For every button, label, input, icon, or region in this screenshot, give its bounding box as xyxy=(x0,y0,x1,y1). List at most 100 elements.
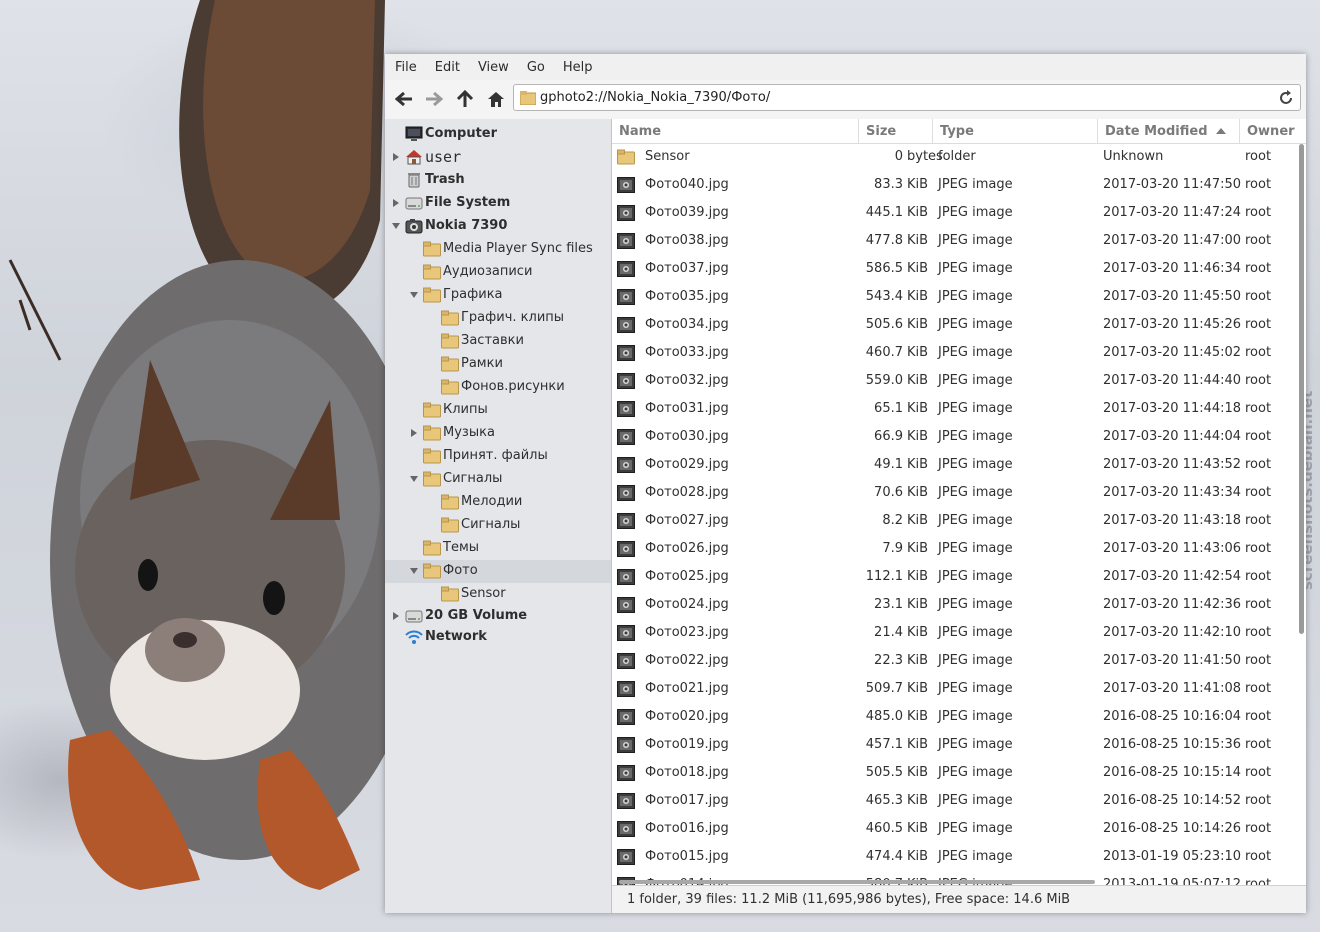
file-row[interactable]: Фото022.jpg 22.3 KiB JPEG image 2017-03-20 1… xyxy=(612,647,1298,675)
file-name: Фото037.jpg xyxy=(645,261,729,276)
back-button[interactable] xyxy=(393,88,415,110)
column-owner[interactable]: Owner xyxy=(1240,119,1306,143)
column-date[interactable]: Date Modified xyxy=(1098,119,1240,143)
file-name: Фото017.jpg xyxy=(645,793,729,808)
file-row[interactable]: Фото016.jpg 460.5 KiB JPEG image 2016-08-25 … xyxy=(612,815,1298,843)
sidebar-item-nokia-7390[interactable]: Nokia 7390 xyxy=(385,215,611,238)
file-row[interactable]: Фото019.jpg 457.1 KiB JPEG image 2016-08-25 … xyxy=(612,731,1298,759)
sidebar-item-label: Network xyxy=(425,629,487,644)
sidebar-item-темы[interactable]: Темы xyxy=(385,537,611,560)
file-owner: root xyxy=(1245,681,1272,696)
expander-expanded-icon[interactable] xyxy=(409,290,419,300)
sidebar-item-рамки[interactable]: Рамки xyxy=(385,353,611,376)
reload-icon[interactable] xyxy=(1278,90,1294,106)
folder-icon xyxy=(441,586,459,602)
file-row[interactable]: Фото030.jpg 66.9 KiB JPEG image 2017-03-20 1… xyxy=(612,423,1298,451)
sidebar-item-клипы[interactable]: Клипы xyxy=(385,399,611,422)
sidebar-item-sensor[interactable]: Sensor xyxy=(385,583,611,606)
menu-help[interactable]: Help xyxy=(563,60,593,75)
file-size: 505.5 xyxy=(865,765,903,780)
file-row[interactable]: Фото039.jpg 445.1 KiB JPEG image 2017-03-20 … xyxy=(612,199,1298,227)
column-name[interactable]: Name xyxy=(612,119,859,143)
file-date: 2017-03-20 11:43:06 xyxy=(1103,541,1242,556)
file-type: JPEG image xyxy=(938,681,1013,696)
image-icon xyxy=(617,597,635,613)
file-row[interactable]: Фото023.jpg 21.4 KiB JPEG image 2017-03-20 1… xyxy=(612,619,1298,647)
file-row[interactable]: Фото037.jpg 586.5 KiB JPEG image 2017-03-20 … xyxy=(612,255,1298,283)
sidebar-item-file-system[interactable]: File System xyxy=(385,192,611,215)
file-row[interactable]: Фото025.jpg 112.1 KiB JPEG image 2017-03-20 … xyxy=(612,563,1298,591)
sidebar-item-заставки[interactable]: Заставки xyxy=(385,330,611,353)
toolbar: gphoto2://Nokia_Nokia_7390/Фото/ xyxy=(385,81,1306,117)
home-icon xyxy=(405,149,422,165)
expander-expanded-icon[interactable] xyxy=(409,474,419,484)
file-row[interactable]: Фото028.jpg 70.6 KiB JPEG image 2017-03-20 1… xyxy=(612,479,1298,507)
file-row[interactable]: Фото020.jpg 485.0 KiB JPEG image 2016-08-25 … xyxy=(612,703,1298,731)
column-size[interactable]: Size xyxy=(859,119,933,143)
menu-file[interactable]: File xyxy=(395,60,417,75)
file-row[interactable]: Фото032.jpg 559.0 KiB JPEG image 2017-03-20 … xyxy=(612,367,1298,395)
file-row[interactable]: Фото031.jpg 65.1 KiB JPEG image 2017-03-20 1… xyxy=(612,395,1298,423)
sidebar-item-media-player-sync-files[interactable]: Media Player Sync files xyxy=(385,238,611,261)
file-row[interactable]: Фото015.jpg 474.4 KiB JPEG image 2013-01-19 … xyxy=(612,843,1298,871)
sidebar-item-user[interactable]: user xyxy=(385,146,611,169)
file-list: Name Size Type Date Modified Owner Senso… xyxy=(612,119,1306,885)
sidebar-item-label: Аудиозаписи xyxy=(443,264,533,279)
location-bar[interactable]: gphoto2://Nokia_Nokia_7390/Фото/ xyxy=(513,84,1301,111)
file-date: 2017-03-20 11:44:04 xyxy=(1103,429,1242,444)
file-row[interactable]: Фото021.jpg 509.7 KiB JPEG image 2017-03-20 … xyxy=(612,675,1298,703)
sidebar-item-графич-клипы[interactable]: Графич. клипы xyxy=(385,307,611,330)
file-row[interactable]: Фото035.jpg 543.4 KiB JPEG image 2017-03-20 … xyxy=(612,283,1298,311)
sidebar-item-графика[interactable]: Графика xyxy=(385,284,611,307)
sidebar-item-network[interactable]: Network xyxy=(385,626,611,649)
file-unit: KiB xyxy=(907,793,929,808)
file-row[interactable]: Sensor 0 bytes folder Unknown root xyxy=(612,143,1298,171)
file-row[interactable]: Фото026.jpg 7.9 KiB JPEG image 2017-03-20 11… xyxy=(612,535,1298,563)
home-button[interactable] xyxy=(485,88,507,110)
image-icon xyxy=(617,709,635,725)
sidebar-item-принят-файлы[interactable]: Принят. файлы xyxy=(385,445,611,468)
sidebar-item-мелодии[interactable]: Мелодии xyxy=(385,491,611,514)
menu-go[interactable]: Go xyxy=(527,60,545,75)
sidebar-item-сигналы[interactable]: Сигналы xyxy=(385,468,611,491)
sidebar-item-label: Рамки xyxy=(461,356,503,371)
forward-button[interactable] xyxy=(423,88,445,110)
file-row[interactable]: Фото033.jpg 460.7 KiB JPEG image 2017-03-20 … xyxy=(612,339,1298,367)
expander-collapsed-icon[interactable] xyxy=(391,198,401,208)
menu-view[interactable]: View xyxy=(478,60,509,75)
file-row[interactable]: Фото027.jpg 8.2 KiB JPEG image 2017-03-20 11… xyxy=(612,507,1298,535)
image-icon xyxy=(617,373,635,389)
file-row[interactable]: Фото024.jpg 23.1 KiB JPEG image 2017-03-20 1… xyxy=(612,591,1298,619)
sidebar-item-20-gb-volume[interactable]: 20 GB Volume xyxy=(385,605,611,628)
file-unit: KiB xyxy=(907,653,929,668)
file-date: 2017-03-20 11:45:26 xyxy=(1103,317,1242,332)
expander-collapsed-icon[interactable] xyxy=(391,611,401,621)
file-row[interactable]: Фото034.jpg 505.6 KiB JPEG image 2017-03-20 … xyxy=(612,311,1298,339)
file-row[interactable]: Фото017.jpg 465.3 KiB JPEG image 2016-08-25 … xyxy=(612,787,1298,815)
up-button[interactable] xyxy=(454,88,476,110)
file-row[interactable]: Фото018.jpg 505.5 KiB JPEG image 2016-08-25 … xyxy=(612,759,1298,787)
expander-expanded-icon[interactable] xyxy=(391,221,401,231)
vertical-scrollbar[interactable] xyxy=(1299,144,1304,634)
folder-icon xyxy=(441,356,459,372)
file-size: 474.4 xyxy=(865,849,903,864)
sidebar-item-trash[interactable]: Trash xyxy=(385,169,611,192)
sidebar-item-сигналы[interactable]: Сигналы xyxy=(385,514,611,537)
file-row[interactable]: Фото040.jpg 83.3 KiB JPEG image 2017-03-20 1… xyxy=(612,171,1298,199)
horizontal-scrollbar[interactable] xyxy=(619,880,1095,884)
image-icon xyxy=(617,485,635,501)
file-row[interactable]: Фото038.jpg 477.8 KiB JPEG image 2017-03-20 … xyxy=(612,227,1298,255)
sidebar-item-музыка[interactable]: Музыка xyxy=(385,422,611,445)
expander-collapsed-icon[interactable] xyxy=(391,152,401,162)
expander-expanded-icon[interactable] xyxy=(409,566,419,576)
column-type[interactable]: Type xyxy=(933,119,1098,143)
expander-collapsed-icon[interactable] xyxy=(409,428,419,438)
sidebar-item-аудиозаписи[interactable]: Аудиозаписи xyxy=(385,261,611,284)
camera-icon xyxy=(405,218,423,234)
menu-edit[interactable]: Edit xyxy=(435,60,460,75)
sidebar-item-фото[interactable]: Фото xyxy=(385,560,611,583)
file-row[interactable]: Фото029.jpg 49.1 KiB JPEG image 2017-03-20 1… xyxy=(612,451,1298,479)
sidebar-item-фонов-рисунки[interactable]: Фонов.рисунки xyxy=(385,376,611,399)
sidebar-item-computer[interactable]: Computer xyxy=(385,123,611,146)
image-icon xyxy=(617,233,635,249)
